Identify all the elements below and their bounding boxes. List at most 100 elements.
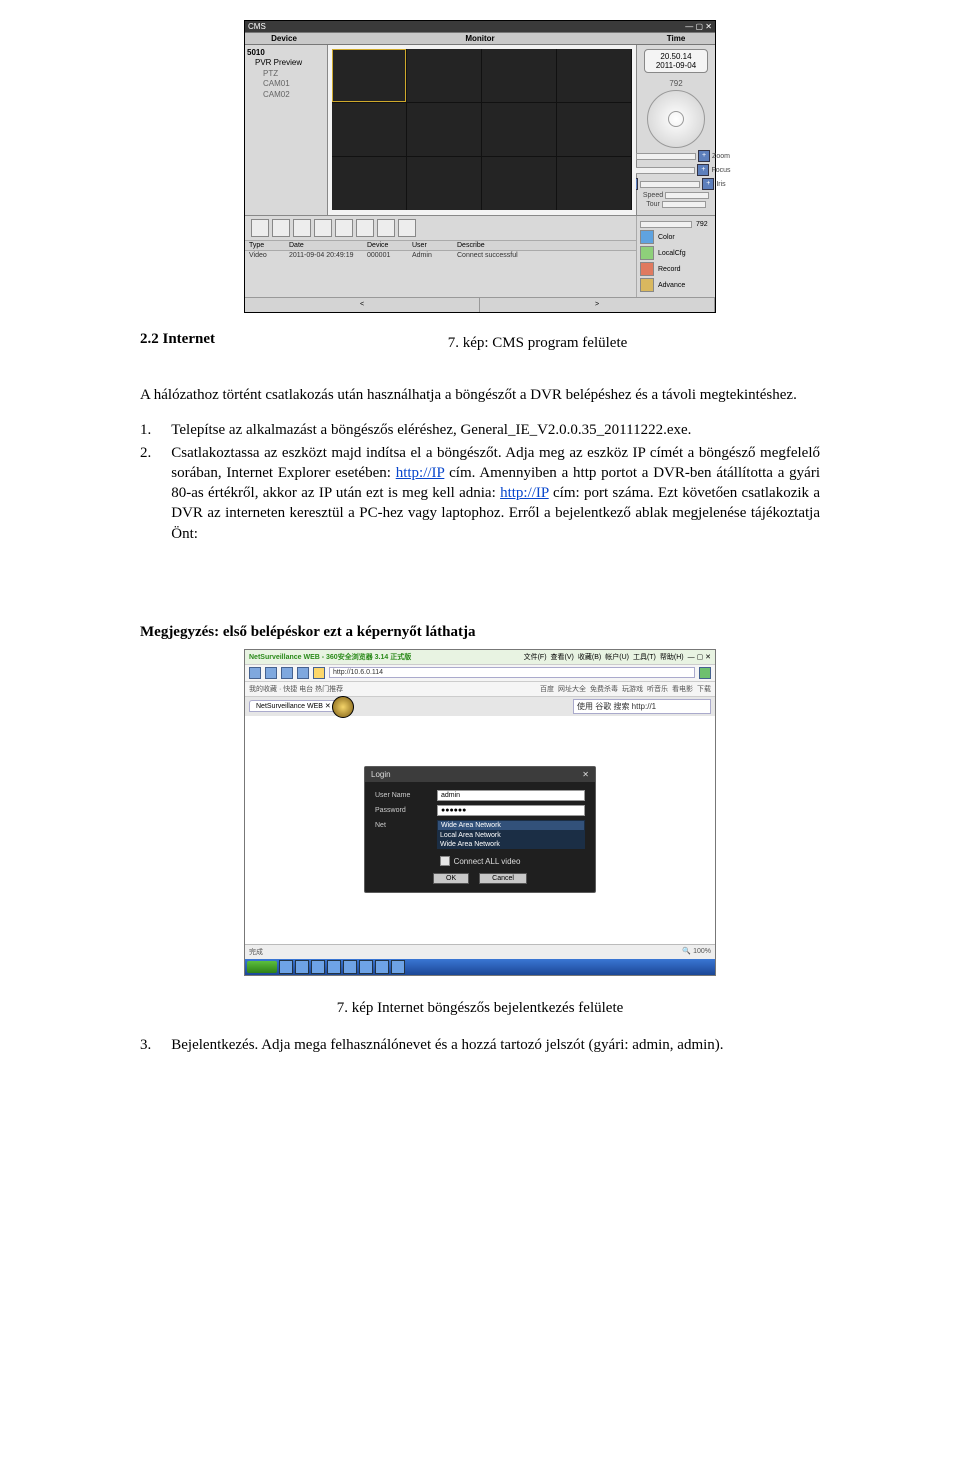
video-cell[interactable] <box>407 103 481 156</box>
device-tree: 5010 PVR Preview PTZ CAM01 CAM02 <box>245 45 328 215</box>
iris-slider[interactable] <box>640 181 700 188</box>
view-9-icon[interactable] <box>293 219 311 237</box>
taskbar-icon[interactable] <box>327 960 341 974</box>
ok-button[interactable]: OK <box>433 873 469 884</box>
video-cell[interactable] <box>482 157 556 210</box>
taskbar-icon[interactable] <box>343 960 357 974</box>
taskbar-icon[interactable] <box>311 960 325 974</box>
net-select[interactable]: Wide Area Network <box>437 820 585 831</box>
side-color[interactable]: Color <box>640 230 712 244</box>
col-device: Device <box>245 33 323 44</box>
side-record[interactable]: Record <box>640 262 712 276</box>
browser-title: NetSurveillance WEB - 360安全浏览器 3.14 正式版 <box>249 652 411 662</box>
tab-left[interactable]: < <box>245 298 480 312</box>
taskbar-icon[interactable] <box>279 960 293 974</box>
taskbar-icon[interactable] <box>375 960 389 974</box>
view-16-icon[interactable] <box>314 219 332 237</box>
start-button[interactable] <box>247 961 277 973</box>
browser-tab[interactable]: NetSurveillance WEB ✕ <box>249 700 338 712</box>
menu-item[interactable]: 查看(V) <box>551 652 574 662</box>
taskbar-icon[interactable] <box>359 960 373 974</box>
right-counter-slider[interactable] <box>640 221 692 228</box>
view-layout-toolbar <box>245 216 636 241</box>
star-icon[interactable] <box>313 667 325 679</box>
note-heading: Megjegyzés: első belépéskor ezt a képern… <box>140 624 820 641</box>
figure-caption-2: 7. kép Internet böngészős bejelentkezés … <box>140 1000 820 1017</box>
video-cell[interactable] <box>482 49 556 102</box>
zoom-in-icon[interactable]: + <box>698 150 710 162</box>
forward-icon[interactable] <box>265 667 277 679</box>
username-field[interactable]: admin <box>437 790 585 801</box>
http-ip-link-1[interactable]: http://IP <box>396 465 445 481</box>
view-25-icon[interactable] <box>335 219 353 237</box>
side-advance[interactable]: Advance <box>640 278 712 292</box>
reload-icon[interactable] <box>281 667 293 679</box>
taskbar-icon[interactable] <box>391 960 405 974</box>
video-cell[interactable] <box>557 157 631 210</box>
back-icon[interactable] <box>249 667 261 679</box>
ptz-joystick[interactable] <box>647 90 705 148</box>
speed-slider[interactable] <box>665 192 709 199</box>
video-cell[interactable] <box>482 103 556 156</box>
video-cell[interactable] <box>557 49 631 102</box>
bookmark[interactable]: 免费杀毒 <box>590 684 618 694</box>
time-value: 20.50.14 <box>645 52 707 61</box>
menu-item[interactable]: 帮助(H) <box>660 652 684 662</box>
col-time: Time <box>637 33 715 44</box>
ptz-step: 792 <box>669 79 682 88</box>
view-1-icon[interactable] <box>251 219 269 237</box>
bookmark[interactable]: 听音乐 <box>647 684 668 694</box>
view-64-icon[interactable] <box>377 219 395 237</box>
cancel-button[interactable]: Cancel <box>479 873 527 884</box>
tree-item[interactable]: CAM02 <box>247 90 325 100</box>
view-4-icon[interactable] <box>272 219 290 237</box>
video-cell[interactable] <box>332 103 406 156</box>
zoom-level: 🔍 100% <box>682 947 711 957</box>
favorites-label: 我的收藏 · 快捷 电台 热门推荐 <box>249 684 343 694</box>
search-box[interactable]: 使用 谷歌 搜索 http://1 <box>573 699 711 714</box>
http-ip-link-2[interactable]: http://IP <box>500 485 549 501</box>
close-icon[interactable]: ✕ <box>582 770 589 779</box>
focus-slider[interactable] <box>635 167 695 174</box>
bookmark[interactable]: 网址大全 <box>558 684 586 694</box>
zoom-slider[interactable] <box>636 153 696 160</box>
list-num: 1. <box>140 420 151 440</box>
video-cell[interactable] <box>407 49 481 102</box>
window-close-icon[interactable]: — ▢ ✕ <box>688 653 711 661</box>
taskbar-icon[interactable] <box>295 960 309 974</box>
bookmark[interactable]: 百度 <box>540 684 554 694</box>
tree-group[interactable]: PVR Preview <box>247 58 325 68</box>
password-field[interactable]: ●●●●●● <box>437 805 585 816</box>
video-cell[interactable] <box>557 103 631 156</box>
cms-screenshot: CMS — ▢ ✕ Device Monitor Time 5010 PVR P… <box>244 20 716 313</box>
side-localcfg[interactable]: LocalCfg <box>640 246 712 260</box>
net-option[interactable]: Wide Area Network <box>437 840 585 849</box>
video-cell[interactable] <box>332 157 406 210</box>
monitor-area <box>328 45 636 215</box>
go-icon[interactable] <box>699 667 711 679</box>
tree-item[interactable]: CAM01 <box>247 79 325 89</box>
home-icon[interactable] <box>297 667 309 679</box>
tab-right[interactable]: > <box>480 298 715 312</box>
status-text: 完成 <box>249 947 263 957</box>
view-36-icon[interactable] <box>356 219 374 237</box>
menu-item[interactable]: 工具(T) <box>633 652 656 662</box>
menu-item[interactable]: 收藏(B) <box>578 652 601 662</box>
bookmark[interactable]: 下载 <box>697 684 711 694</box>
password-label: Password <box>375 807 431 814</box>
iris-open-icon[interactable]: + <box>702 178 714 190</box>
tour-input[interactable] <box>662 201 706 208</box>
menu-item[interactable]: 文件(F) <box>524 652 547 662</box>
video-cell[interactable] <box>407 157 481 210</box>
bookmark[interactable]: 玩游戏 <box>622 684 643 694</box>
bookmark[interactable]: 看电影 <box>672 684 693 694</box>
tree-root[interactable]: 5010 <box>247 48 325 58</box>
view-full-icon[interactable] <box>398 219 416 237</box>
focus-in-icon[interactable]: + <box>697 164 709 176</box>
menu-item[interactable]: 帐户(U) <box>605 652 629 662</box>
net-option[interactable]: Local Area Network <box>437 831 585 840</box>
tree-item[interactable]: PTZ <box>247 69 325 79</box>
video-cell[interactable] <box>332 49 406 102</box>
address-bar[interactable]: http://10.6.0.114 <box>329 667 695 678</box>
connect-all-checkbox[interactable] <box>440 856 450 866</box>
